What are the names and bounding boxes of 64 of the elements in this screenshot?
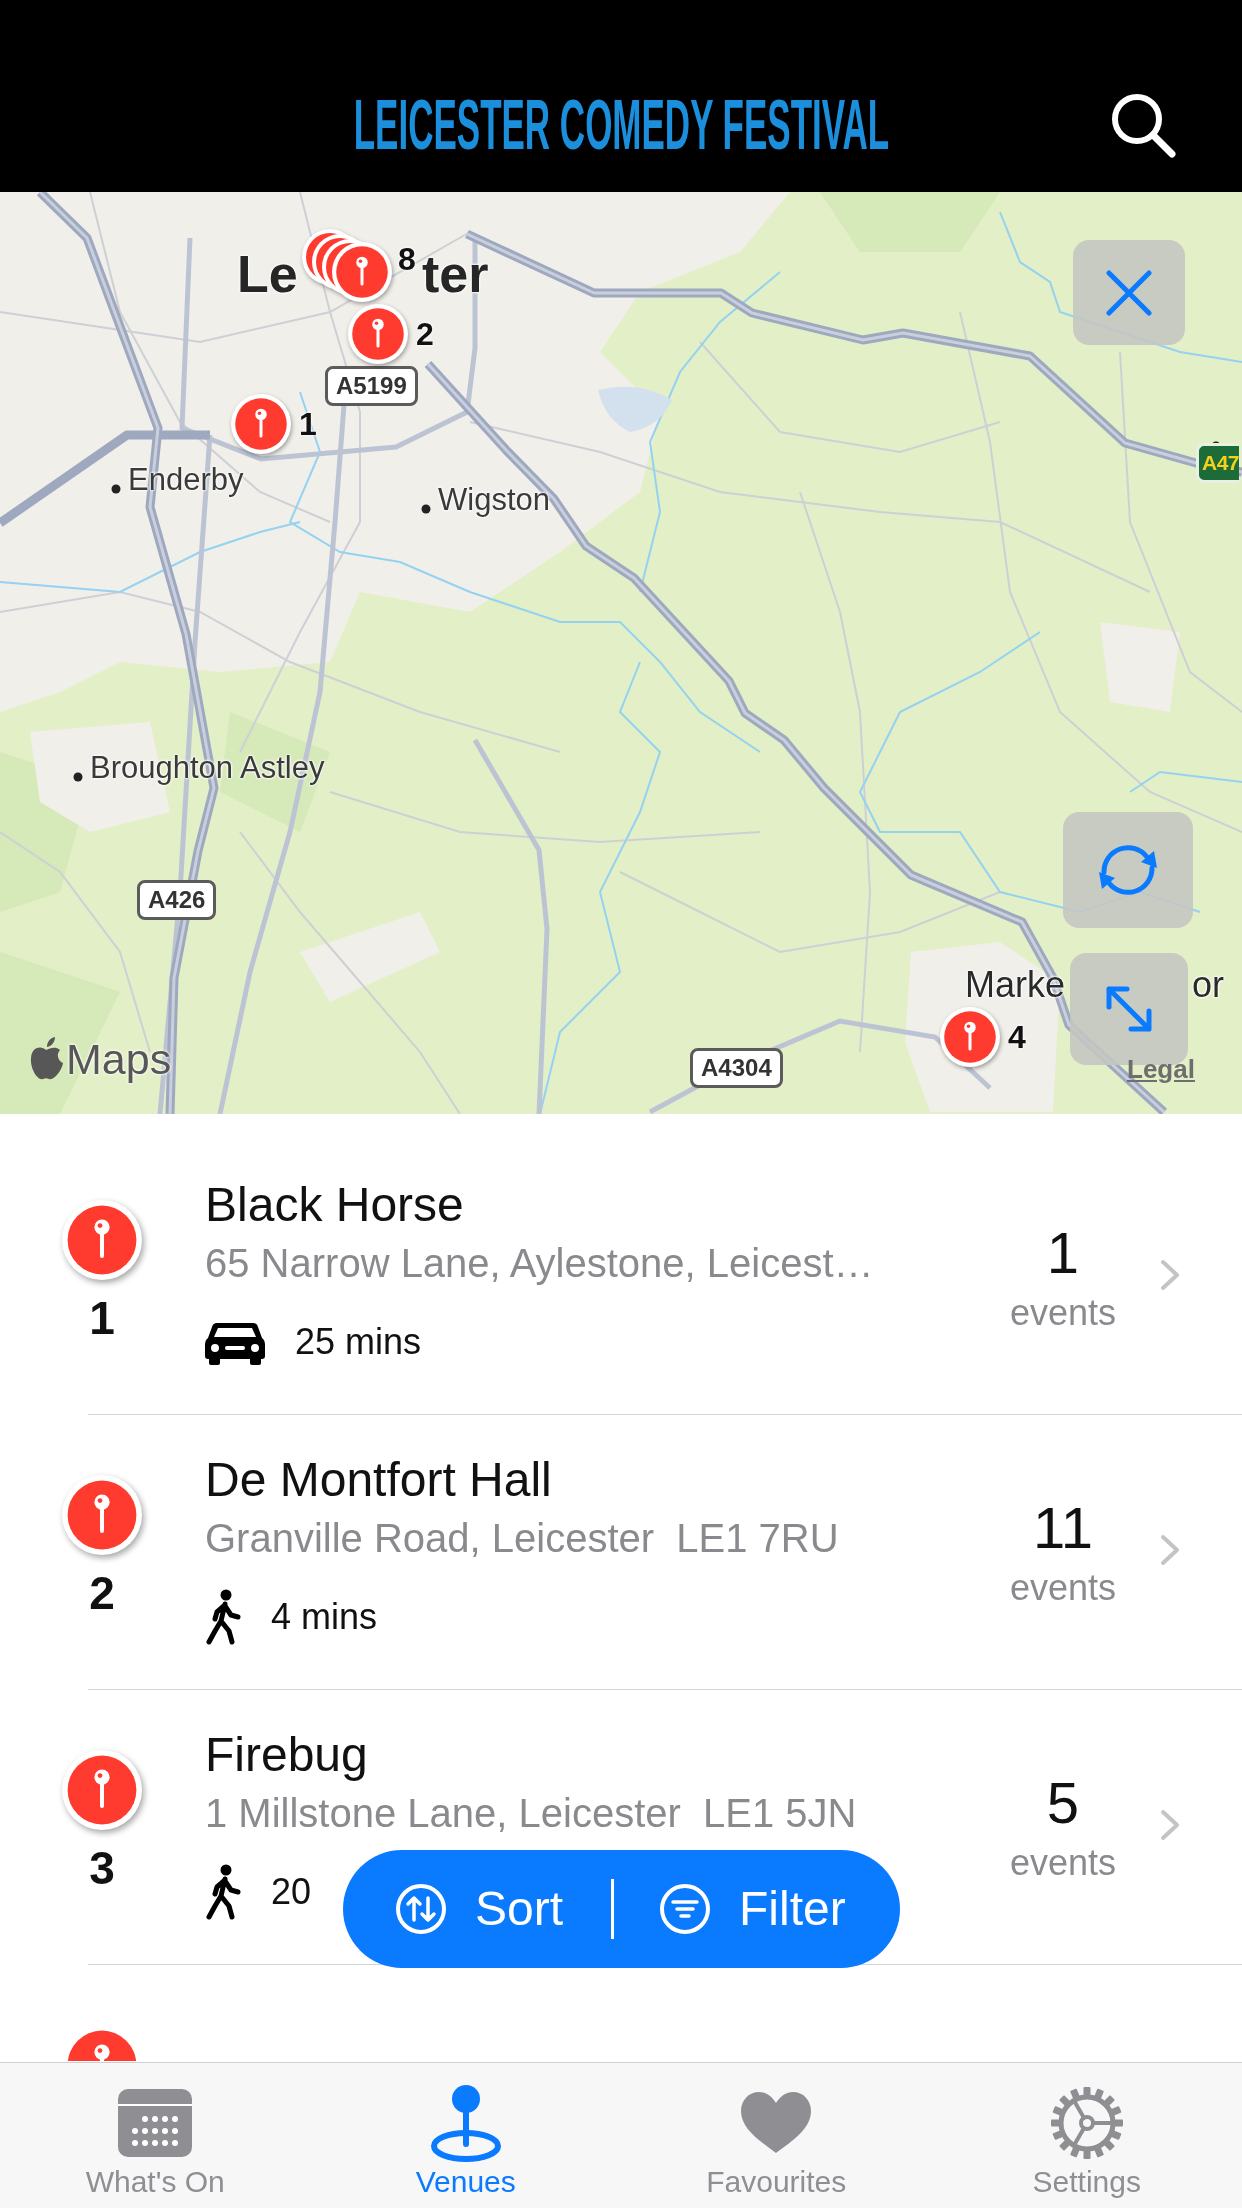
event-count: 11 [1032,1496,1094,1560]
search-button[interactable] [1110,92,1176,158]
filter-icon [659,1883,712,1935]
close-button[interactable] [1073,240,1185,345]
sort-icon [395,1883,447,1935]
road-sign: A4304 [690,1048,783,1088]
place-label: or [1192,964,1224,1006]
venue-number: 3 [89,1842,115,1894]
place-label: Broughton Astley [90,750,325,786]
venue-name: De Montfort Hall [205,1452,553,1508]
place-label: Marke [965,964,1066,1006]
expand-icon [1103,983,1155,1035]
event-count-label: events [1009,1843,1117,1883]
search-icon [1110,92,1176,158]
chevron-icon[interactable] [1160,1259,1180,1291]
tab[interactable]: What's On [0,2063,311,2208]
venue-address: 1 Millstone Lane, Leicester LE1 5JN [205,1790,858,1837]
place-label: ter [422,244,489,304]
map-pin-icon[interactable] [348,304,408,364]
road-sign: A47 [1196,443,1240,483]
map-pin-icon[interactable] [231,394,291,454]
heart-icon [740,2091,813,2155]
place-label: Wigston [438,482,550,518]
tab[interactable]: Favourites [621,2063,932,2208]
venue-number: 2 [89,1567,115,1619]
map-pin-icon[interactable] [940,1007,1000,1067]
venue-address: 65 Narrow Lane, Aylestone, Leicest… [205,1240,875,1287]
event-count-label: events [1009,1293,1117,1333]
event-count: 5 [1046,1771,1080,1835]
close-icon [1106,269,1152,316]
chevron-icon[interactable] [1160,1534,1180,1566]
walking-person-icon [205,1589,241,1645]
pin-label: 8 [398,241,416,277]
event-count: 1 [1046,1221,1080,1285]
tab[interactable]: Settings [931,2063,1242,2208]
travel-time: 20 [271,1870,312,1914]
filter-button[interactable]: Filter [659,1881,846,1937]
place-label: Enderby [128,462,244,498]
venue-name: Black Horse [205,1177,465,1233]
maps-attribution: Maps [66,1034,172,1084]
travel-time: 25 mins [295,1320,422,1364]
map-pin-icon [429,2084,502,2162]
chevron-icon[interactable] [1160,1809,1180,1841]
apple-icon [28,1037,64,1081]
pin-label: 4 [1008,1019,1026,1055]
event-count-label: events [1009,1568,1117,1608]
calendar-icon [118,2089,193,2157]
festival-logo: LEICESTER COMEDY FESTIVAL [353,97,889,153]
road-sign: A426 [137,880,217,920]
venue-address: Granville Road, Leicester LE1 7RU [205,1515,840,1562]
legal-link[interactable]: Legal [1127,1054,1195,1084]
travel-time: 4 mins [271,1595,378,1639]
sort-button[interactable]: Sort [395,1881,564,1937]
venue-number: 1 [89,1292,115,1344]
pin-label: 2 [416,316,434,352]
map-pin-stack-icon[interactable] [300,227,394,303]
pin-label: 1 [299,406,317,442]
tab[interactable]: Venues [310,2063,621,2208]
settings-icon [1048,2085,1125,2161]
venue-name: Firebug [205,1727,369,1783]
road-sign: A5199 [325,366,418,406]
refresh-button[interactable] [1063,812,1193,928]
walking-person-icon [205,1864,241,1920]
place-label: Le [237,244,298,304]
